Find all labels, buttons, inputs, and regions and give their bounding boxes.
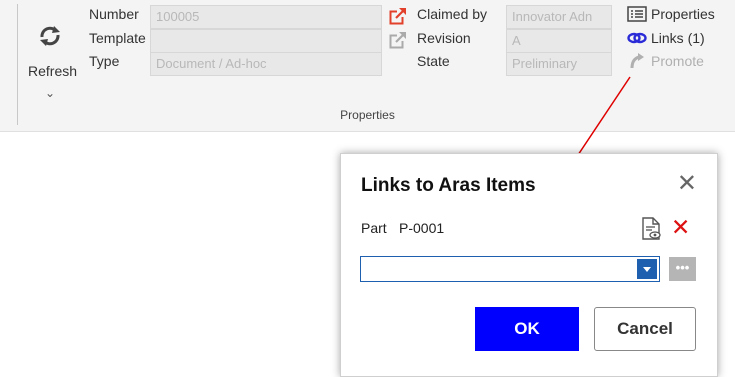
revision-field: A xyxy=(506,29,612,53)
ellipsis-icon[interactable]: ••• xyxy=(669,257,696,281)
links-label: Links (1) xyxy=(651,30,705,46)
ribbon-group-caption: Properties xyxy=(340,108,395,122)
ribbon-divider xyxy=(17,4,18,125)
refresh-chevron-icon[interactable]: ⌄ xyxy=(28,86,72,100)
template-label: Template xyxy=(89,30,146,46)
ribbon-toolbar: Refresh ⌄ Number Template Type 100005 Do… xyxy=(0,0,735,132)
claimed-by-label: Claimed by xyxy=(417,6,488,22)
state-field: Preliminary xyxy=(506,52,612,76)
links-icon xyxy=(627,32,647,44)
type-field: Document / Ad-hoc xyxy=(150,52,382,76)
refresh-icon xyxy=(40,26,60,46)
cancel-button[interactable]: Cancel xyxy=(594,307,696,351)
promote-button[interactable]: Promote xyxy=(627,53,704,69)
document-preview-icon[interactable] xyxy=(640,217,662,241)
links-button[interactable]: Links (1) xyxy=(627,30,705,46)
item-combo-input[interactable] xyxy=(360,256,660,282)
external-link-icon xyxy=(389,31,407,49)
properties-button[interactable]: Properties xyxy=(627,6,715,22)
claimed-by-field: Innovator Adn xyxy=(506,5,612,29)
refresh-button[interactable]: Refresh ⌄ xyxy=(28,18,78,113)
dialog-title: Links to Aras Items xyxy=(361,175,536,196)
number-label: Number xyxy=(89,6,139,22)
state-label: State xyxy=(417,53,450,69)
promote-icon xyxy=(630,53,644,69)
ok-button[interactable]: OK xyxy=(475,307,579,351)
refresh-label: Refresh xyxy=(28,63,78,79)
link-item-type: Part xyxy=(361,220,387,236)
revision-label: Revision xyxy=(417,30,471,46)
delete-icon[interactable]: ✕ xyxy=(671,216,690,239)
type-label: Type xyxy=(89,53,120,69)
template-field xyxy=(150,29,382,53)
external-link-icon[interactable] xyxy=(389,7,407,25)
dropdown-icon[interactable] xyxy=(637,259,657,279)
number-field: 100005 xyxy=(150,5,382,29)
close-icon[interactable]: ✕ xyxy=(677,172,697,196)
links-dialog: Links to Aras Items ✕ Part P-0001 ✕ ••• … xyxy=(340,153,718,377)
promote-label: Promote xyxy=(651,53,704,69)
list-icon xyxy=(627,6,647,22)
link-item-value: P-0001 xyxy=(399,220,445,236)
properties-label: Properties xyxy=(651,6,715,22)
